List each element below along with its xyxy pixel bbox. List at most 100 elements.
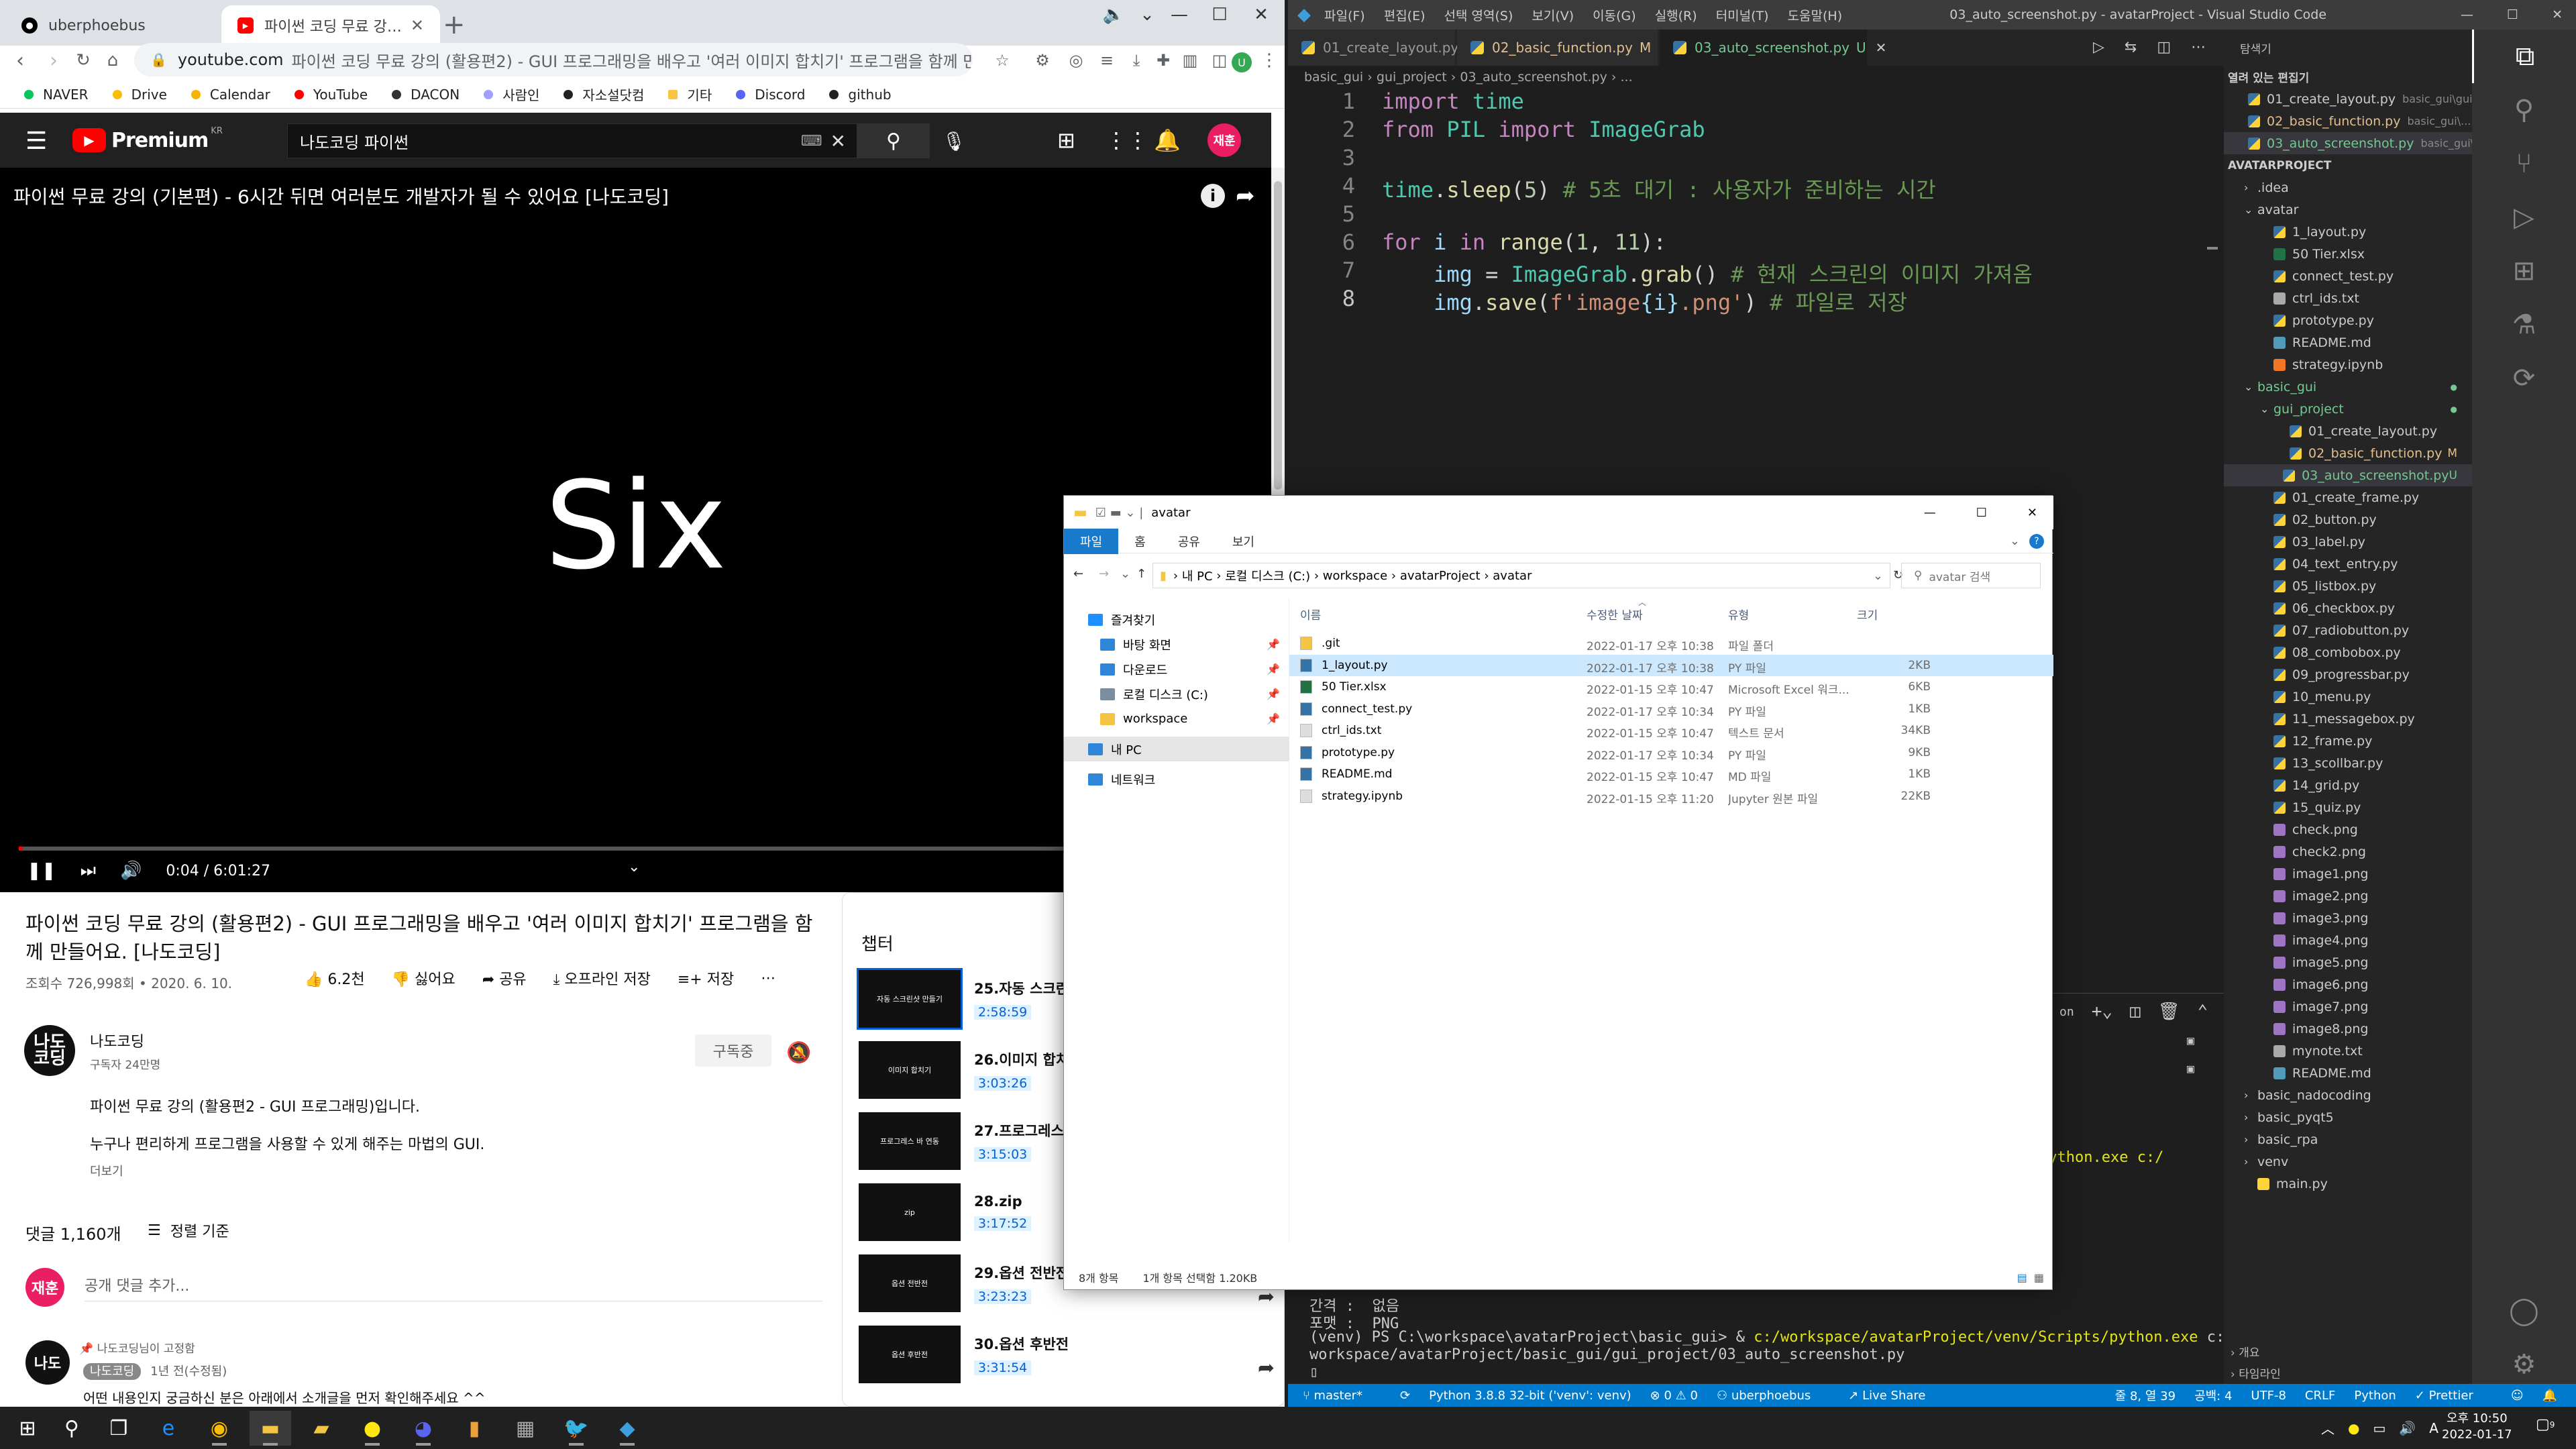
system-clock[interactable]: 오후 10:50 2022-01-17 [2442,1411,2512,1443]
tree-file[interactable]: 08_combobox.py [2224,641,2472,663]
new-terminal-icon[interactable]: +⌄ [2092,1002,2112,1022]
youtube-search-input[interactable]: 나도코딩 파이썬 ⌨ ✕ [287,123,857,158]
source-control-icon[interactable]: ⑂ [2472,137,2576,191]
project-header[interactable]: AVATARPROJECT [2224,154,2472,176]
new-tab-button[interactable]: + [443,9,466,40]
notifications-bell-icon[interactable]: 🔔 [1154,127,1181,153]
tree-file[interactable]: 50 Tier.xlsx [2224,243,2472,265]
close-tab-icon[interactable]: ✕ [1876,40,1887,56]
notifications-bell-icon[interactable]: 🔔 [2542,1389,2557,1403]
tree-folder[interactable]: › basic_rpa [2224,1128,2472,1150]
offline-save-button[interactable]: ⤓ 오프라인 저장 [553,967,651,989]
more-actions-icon[interactable]: ⋯ [2191,39,2206,56]
scrollbar-thumb[interactable] [1274,181,1282,490]
file-row[interactable]: README.md 2022-01-15 오후 10:47 MD 파일 1KB [1289,763,2053,785]
share-button[interactable]: ➦ 공유 [482,967,527,989]
tree-file[interactable]: 07_radiobutton.py [2224,619,2472,641]
tree-file[interactable]: 03_label.py [2224,531,2472,553]
maximize-button[interactable]: ☐ [1199,0,1240,30]
volume-icon[interactable]: 🔊 [120,861,142,881]
tree-file[interactable]: ctrl_ids.txt [2224,287,2472,309]
column-date[interactable]: 수정한 날짜 [1587,606,1643,623]
volume-icon[interactable]: 🔊 [2399,1420,2416,1436]
chapter-time[interactable]: 3:23:23 [974,1289,1032,1304]
like-button[interactable]: 👍 6.2천 [305,967,365,989]
thumbnail-view-icon[interactable]: ▦ [2034,1271,2044,1284]
browser-tab-youtube[interactable]: ▶ 파이썬 코딩 무료 강의 (활용편2) - GU ✕ [221,5,440,46]
tree-file[interactable]: 02_button.py [2224,508,2472,531]
remote-explorer-icon[interactable]: ⟳ [2472,352,2576,405]
back-icon[interactable]: ← [1073,567,1083,581]
quick-access-toolbar[interactable]: ☑ ▬ ⌄ | [1095,506,1143,520]
menu-item[interactable]: 보기(V) [1532,6,1574,24]
tree-file[interactable]: image4.png [2224,929,2472,951]
close-window-button[interactable]: ✕ [2552,7,2563,22]
ribbon-tab-home[interactable]: 홈 [1118,529,1162,554]
share-icon[interactable]: ➦ [1258,1356,1275,1380]
tree-file[interactable]: 03_auto_screenshot.py U [2224,464,2472,486]
tree-file[interactable]: 04_text_entry.py [2224,553,2472,575]
feedback-icon[interactable]: ☺ [2511,1389,2524,1403]
breadcrumb[interactable]: basic_gui › gui_project › 03_auto_screen… [1288,66,2224,89]
open-editor-item[interactable]: 01_create_layout.py basic_gui\gui_project [2224,88,2515,110]
chapter-time[interactable]: 3:15:03 [974,1147,1032,1162]
menu-item[interactable]: 이동(G) [1593,6,1636,24]
tree-folder[interactable]: ⌄ gui_project ● [2224,398,2472,420]
back-icon[interactable]: ‹ [4,44,36,76]
problems-count[interactable]: ⊗ 0 ⚠ 0 [1650,1389,1698,1403]
file-row[interactable]: 1_layout.py 2022-01-17 오후 10:38 PY 파일 2KB [1289,654,2053,676]
tree-file[interactable]: 05_listbox.py [2224,575,2472,597]
minimize-button[interactable]: — [1159,0,1199,30]
bookmark-youtube[interactable]: YouTube [294,87,368,103]
forward-icon[interactable]: → [1099,567,1109,581]
extensions-icon[interactable]: ⊞ [2472,244,2576,298]
explorer-search-input[interactable]: ⚲ avatar 검색 [1901,563,2041,588]
chapter-time[interactable]: 3:31:54 [974,1360,1032,1375]
open-editor-item[interactable]: 03_auto_screenshot.pybasic_gui\...U [2224,132,2493,154]
chapter-item[interactable]: 옵션 후반전 30.옵션 후반전 3:31:54 ➦ [859,1322,1275,1387]
trash-icon[interactable]: 🗑 [2158,1002,2180,1022]
timeline-section[interactable]: › 타임라인 [2231,1364,2281,1381]
tree-file[interactable]: prototype.py [2224,309,2472,331]
split-terminal-icon[interactable]: ◫ [2130,1002,2141,1022]
tree-file[interactable]: image6.png [2224,973,2472,996]
tab-02-basic-function[interactable]: 02_basic_function.py M [1457,30,1658,66]
language-mode[interactable]: Python [2354,1389,2396,1403]
maximize-panel-icon[interactable]: ⌃ [2198,1002,2208,1022]
tree-folder[interactable]: › basic_pyqt5 [2224,1106,2472,1128]
menu-item[interactable]: 편집(E) [1384,6,1426,24]
tree-folder[interactable]: ⌄ basic_gui ● [2224,376,2472,398]
menu-item[interactable]: 파일(F) [1324,6,1365,24]
dislike-button[interactable]: 👎 싫어요 [392,967,455,989]
show-more-link[interactable]: 더보기 [90,1162,123,1179]
open-editor-item[interactable]: 02_basic_function.pybasic_gui\...M [2224,110,2481,132]
open-editors-header[interactable]: 열려 있는 편집기 [2224,66,2472,88]
bookmark-github[interactable]: github [829,87,892,103]
bookmark-discord[interactable]: Discord [736,87,805,103]
bookmark-naver[interactable]: NAVER [24,87,89,103]
column-type[interactable]: 유형 [1728,606,1749,623]
discord-icon[interactable]: ◕ [402,1411,444,1446]
sync-icon[interactable]: ⟳ [1400,1389,1410,1403]
maximize-button[interactable]: ☐ [1976,506,1987,520]
tree-file[interactable]: 15_quiz.py [2224,796,2472,818]
tree-file[interactable]: image1.png [2224,863,2472,885]
ribbon-tab-view[interactable]: 보기 [1216,529,1271,554]
network-icon[interactable]: ▭ [2373,1420,2385,1436]
file-row[interactable]: 50 Tier.xlsx 2022-01-15 오후 10:47 Microsoft… [1289,676,2053,698]
tree-file[interactable]: connect_test.py [2224,265,2472,287]
python-interpreter[interactable]: Python 3.8.8 32-bit ('venv': venv) [1429,1389,1631,1403]
split-editor-icon[interactable]: ◫ [2157,39,2171,56]
bookmark-jasoseol[interactable]: 자소설닷컴 [564,85,644,104]
hamburger-menu-icon[interactable]: ☰ [25,127,47,155]
home-icon[interactable]: ⌂ [97,44,129,76]
share-arrow-icon[interactable]: ➦ [1236,182,1255,209]
file-explorer-icon[interactable]: ▬ [250,1411,291,1446]
compare-icon[interactable]: ⇆ [2125,39,2137,56]
tree-file[interactable]: image2.png [2224,885,2472,907]
menu-item[interactable]: 실행(R) [1655,6,1697,24]
chapter-time[interactable]: 3:03:26 [974,1076,1032,1091]
indent-spaces[interactable]: 공백: 4 [2194,1387,2232,1404]
menu-item[interactable]: 도움말(H) [1788,6,1843,24]
subscribe-button[interactable]: 구독중 [695,1034,771,1067]
